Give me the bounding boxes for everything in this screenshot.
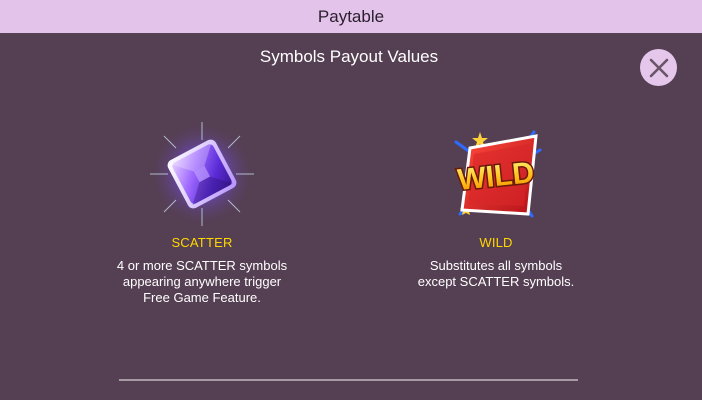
scatter-name: SCATTER [171, 235, 233, 250]
symbol-wild: WILD WILD Substitutes all symbols except… [366, 118, 626, 290]
header-title: Paytable [317, 6, 385, 26]
purple-gem-icon [148, 120, 256, 228]
wild-badge-icon: WILD [454, 130, 542, 218]
wild-description: Substitutes all symbols except SCATTER s… [417, 258, 575, 289]
close-button[interactable] [640, 49, 677, 86]
bottom-divider [119, 379, 578, 381]
symbol-scatter: SCATTER 4 or more SCATTER symbols appear… [72, 118, 332, 306]
paytable-page: Paytable Symbols Payout Values SCATTER 4… [0, 0, 702, 400]
wild-name: WILD [479, 235, 513, 250]
paytable-header: Paytable [0, 0, 702, 33]
page-subtitle: Symbols Payout Values [259, 47, 439, 66]
scatter-description: 4 or more SCATTER symbols appearing anyw… [116, 258, 288, 305]
close-icon [649, 58, 668, 77]
